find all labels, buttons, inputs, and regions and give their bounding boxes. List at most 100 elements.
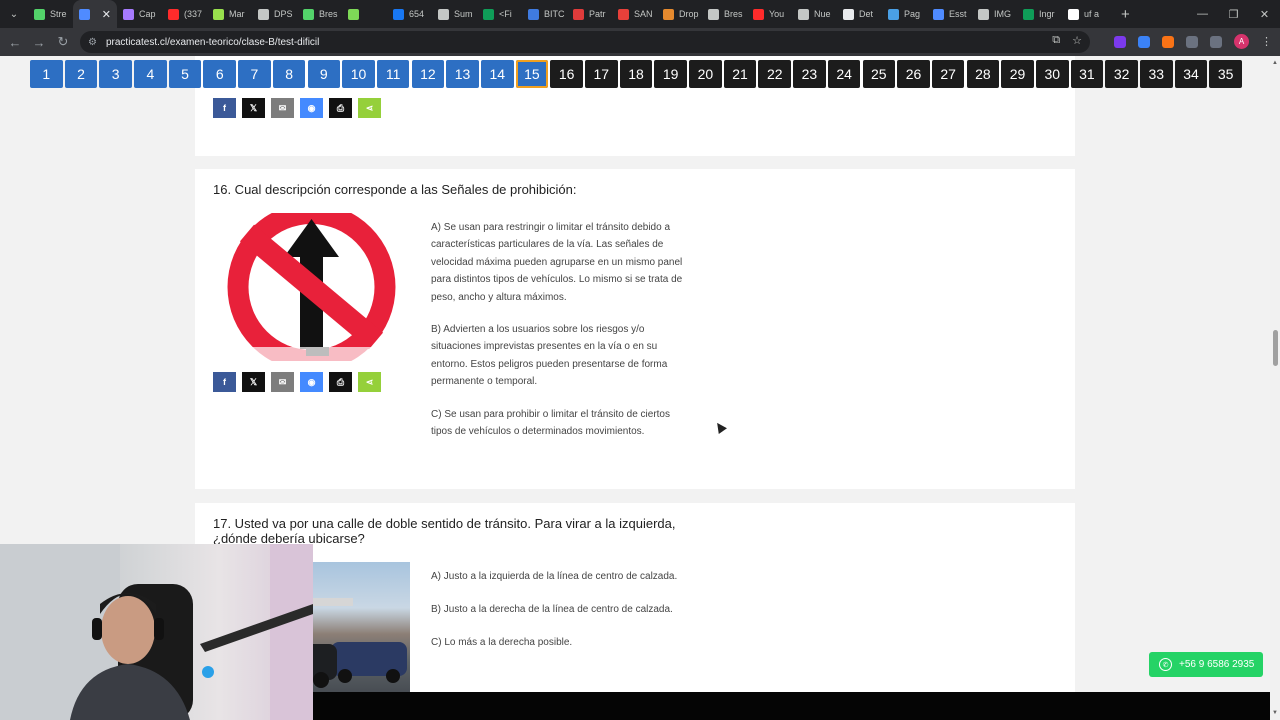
browser-tab[interactable]: Stre <box>28 0 73 28</box>
question-nav-button[interactable]: 34 <box>1174 60 1208 88</box>
browser-tab[interactable]: Ingr <box>1017 0 1062 28</box>
question-nav-button[interactable]: 17 <box>585 60 618 88</box>
browser-tab[interactable]: Drop <box>657 0 702 28</box>
browser-tab[interactable]: (337 <box>162 0 207 28</box>
question-nav-button[interactable]: 19 <box>654 60 687 88</box>
question-nav-button[interactable]: 2 <box>64 60 98 88</box>
messenger-share-button[interactable]: ◉ <box>300 372 323 392</box>
answer-option-c[interactable]: C) Lo más a la derecha posible. <box>431 634 731 651</box>
browser-tab[interactable]: uf a <box>1062 0 1107 28</box>
restore-icon[interactable]: ❐ <box>1218 8 1249 21</box>
browser-tab[interactable]: Pag <box>882 0 927 28</box>
answer-option-b[interactable]: B) Advierten a los usuarios sobre los ri… <box>431 321 689 391</box>
reload-icon[interactable]: ↻ <box>51 34 75 50</box>
scroll-up-arrow-icon[interactable]: ▲ <box>1272 60 1278 66</box>
site-info-icon[interactable]: ⚙ <box>88 37 97 48</box>
question-nav-button[interactable]: 33 <box>1140 60 1173 88</box>
new-tab-icon[interactable]: + <box>1121 6 1130 23</box>
puzzle-icon[interactable] <box>1186 35 1198 48</box>
browser-tab[interactable]: BITC <box>522 0 567 28</box>
browser-tab[interactable]: Bres <box>702 0 747 28</box>
question-nav-button[interactable]: 32 <box>1105 60 1138 88</box>
extension-icon[interactable] <box>1162 35 1174 48</box>
forward-icon[interactable]: → <box>27 35 51 50</box>
browser-tab[interactable]: Bres <box>297 0 342 28</box>
tab-search-icon[interactable]: ⌄ <box>0 0 28 28</box>
close-window-icon[interactable]: ✕ <box>1249 8 1280 21</box>
email-share-button[interactable]: ✉ <box>271 372 294 392</box>
browser-tab[interactable]: You <box>747 0 792 28</box>
back-icon[interactable]: ← <box>3 35 27 50</box>
question-nav-button[interactable]: 6 <box>203 60 237 88</box>
question-nav-button[interactable]: 18 <box>619 60 653 88</box>
scrollbar-thumb[interactable] <box>1273 330 1278 366</box>
browser-tab[interactable]: Esst <box>927 0 972 28</box>
question-nav-button[interactable]: 28 <box>966 60 1000 88</box>
browser-tab[interactable]: <Fi <box>477 0 522 28</box>
question-nav-button[interactable]: 23 <box>793 60 826 88</box>
whatsapp-contact-button[interactable]: ✆ +56 9 6586 2935 <box>1149 652 1263 677</box>
browser-tab[interactable]: 654 <box>387 0 432 28</box>
browser-tab[interactable]: IMG <box>972 0 1017 28</box>
profile-avatar[interactable]: A <box>1234 34 1249 49</box>
facebook-share-button[interactable]: f <box>213 98 236 118</box>
question-nav-button[interactable]: 7 <box>238 60 271 88</box>
question-nav-button[interactable]: 4 <box>134 60 167 88</box>
print-button[interactable]: ⎙ <box>329 372 352 392</box>
tab-close-icon[interactable]: ✕ <box>102 8 111 21</box>
extension-icon[interactable] <box>1138 35 1150 48</box>
question-nav-button[interactable]: 13 <box>446 60 479 88</box>
question-nav-button[interactable]: 22 <box>758 60 792 88</box>
question-nav-button[interactable]: 35 <box>1209 60 1242 88</box>
install-app-icon[interactable]: ⧉ <box>1052 34 1060 47</box>
question-nav-button[interactable]: 21 <box>723 60 757 88</box>
extension-icon[interactable] <box>1114 35 1126 48</box>
answer-option-a[interactable]: A) Se usan para restringir o limitar el … <box>431 219 689 306</box>
browser-tab[interactable] <box>342 0 387 28</box>
page-scrollbar[interactable]: ▲ ▼ <box>1270 56 1280 720</box>
question-nav-button[interactable]: 16 <box>550 60 583 88</box>
browser-tab[interactable]: SAN <box>612 0 657 28</box>
browser-tab[interactable]: Mar <box>207 0 252 28</box>
question-nav-button[interactable]: 12 <box>411 60 445 88</box>
question-nav-button[interactable]: 26 <box>897 60 930 88</box>
question-nav-button[interactable]: 24 <box>827 60 861 88</box>
question-nav-button[interactable]: 8 <box>272 60 306 88</box>
question-nav-button[interactable]: 14 <box>480 60 514 88</box>
question-nav-button[interactable]: 9 <box>307 60 341 88</box>
browser-tab[interactable]: Det <box>837 0 882 28</box>
side-panel-icon[interactable] <box>1210 35 1222 48</box>
menu-dots-icon[interactable]: ⋮ <box>1261 35 1272 48</box>
question-nav-button[interactable]: 1 <box>30 60 63 88</box>
share-button[interactable]: ⋖ <box>358 98 381 118</box>
answer-option-a[interactable]: A) Justo a la izquierda de la línea de c… <box>431 568 731 585</box>
messenger-share-button[interactable]: ◉ <box>300 98 323 118</box>
question-nav-button[interactable]: 11 <box>376 60 410 88</box>
browser-tab[interactable]: Nue <box>792 0 837 28</box>
bookmark-star-icon[interactable]: ☆ <box>1072 34 1082 47</box>
answer-option-b[interactable]: B) Justo a la derecha de la línea de cen… <box>431 601 731 618</box>
facebook-share-button[interactable]: f <box>213 372 236 392</box>
question-nav-button[interactable]: 27 <box>931 60 965 88</box>
share-button[interactable]: ⋖ <box>358 372 381 392</box>
question-nav-button[interactable]: 30 <box>1035 60 1069 88</box>
question-nav-button[interactable]: 25 <box>862 60 896 88</box>
question-nav-button[interactable]: 3 <box>99 60 132 88</box>
minimize-icon[interactable]: — <box>1187 8 1218 20</box>
browser-tab[interactable]: Sum <box>432 0 477 28</box>
address-bar[interactable]: ⚙ practicatest.cl/examen-teorico/clase-B… <box>80 31 1090 53</box>
question-nav-button[interactable]: 31 <box>1070 60 1104 88</box>
browser-tab[interactable]: ✕ <box>73 0 117 28</box>
print-button[interactable]: ⎙ <box>329 98 352 118</box>
question-nav-button[interactable]: 29 <box>1001 60 1034 88</box>
scroll-down-arrow-icon[interactable]: ▼ <box>1272 710 1278 716</box>
question-nav-button[interactable]: 20 <box>689 60 722 88</box>
question-nav-button[interactable]: 10 <box>342 60 375 88</box>
answer-option-c[interactable]: C) Se usan para prohibir o limitar el tr… <box>431 406 689 441</box>
browser-tab[interactable]: Cap <box>117 0 162 28</box>
x-share-button[interactable]: 𝕏 <box>242 372 265 392</box>
question-nav-button[interactable]: 5 <box>168 60 202 88</box>
question-nav-button[interactable]: 15 <box>515 60 549 88</box>
x-share-button[interactable]: 𝕏 <box>242 98 265 118</box>
browser-tab[interactable]: Patr <box>567 0 612 28</box>
